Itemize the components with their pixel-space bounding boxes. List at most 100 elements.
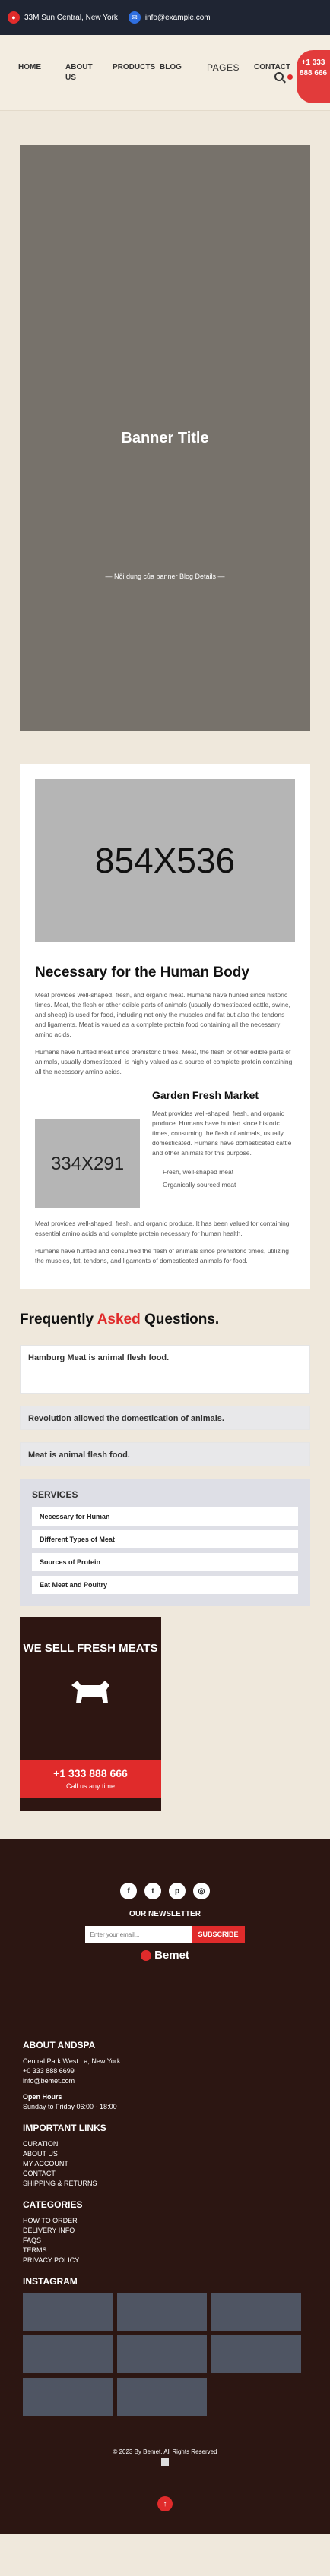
header: HOME ABOUT US PRODUCTS BLOG PAGES CONTAC… bbox=[0, 35, 330, 111]
footer-link[interactable]: CURATION bbox=[23, 2139, 307, 2149]
bullet-list: Fresh, well-shaped meat Organically sour… bbox=[152, 1166, 295, 1192]
address-text: 33M Sun Central, New York bbox=[24, 13, 118, 22]
bullet-item: Organically sourced meat bbox=[163, 1181, 236, 1189]
faq-item[interactable]: Meat is animal flesh food. bbox=[20, 1442, 310, 1466]
instagram-photo[interactable] bbox=[117, 2378, 207, 2416]
scroll-to-top-button[interactable]: ↑ bbox=[157, 2496, 173, 2511]
category-link[interactable]: PRIVACY POLICY bbox=[23, 2256, 307, 2265]
about-title: ABOUT ANDSPA bbox=[23, 2040, 96, 2050]
pinterest-icon[interactable]: p bbox=[169, 1883, 186, 1899]
service-link[interactable]: Necessary for Human bbox=[32, 1507, 298, 1526]
facebook-icon[interactable]: f bbox=[120, 1883, 137, 1899]
about-line: Central Park West La, New York bbox=[23, 2057, 121, 2065]
faq-title: Frequently Asked Questions. bbox=[20, 1312, 310, 1328]
instagram-photo[interactable] bbox=[23, 2378, 113, 2416]
instagram-icon[interactable]: ◎ bbox=[193, 1883, 210, 1899]
services-panel: SERVICES Necessary for Human Different T… bbox=[20, 1479, 310, 1606]
nav-about-us[interactable]: ABOUT US bbox=[65, 62, 100, 84]
faq-title-prefix: Frequently bbox=[20, 1312, 94, 1327]
mail-icon: ✉ bbox=[128, 11, 141, 24]
service-link[interactable]: Sources of Protein bbox=[32, 1553, 298, 1571]
phone-button[interactable]: +1 333 888 666 bbox=[297, 50, 330, 103]
location-icon: ● bbox=[8, 11, 20, 24]
hours-title: Open Hours bbox=[23, 2093, 62, 2101]
faq-item[interactable]: Revolution allowed the domestication of … bbox=[20, 1406, 310, 1430]
hours-text: Sunday to Friday 06:00 - 18:00 bbox=[23, 2103, 117, 2110]
category-link[interactable]: FAQS bbox=[23, 2236, 307, 2246]
main-nav: HOME ABOUT US PRODUCTS BLOG PAGES CONTAC… bbox=[18, 62, 290, 84]
faq-question[interactable]: Hamburg Meat is animal flesh food. bbox=[21, 1346, 309, 1370]
article-card: 854X536 Necessary for the Human Body Mea… bbox=[20, 764, 310, 1289]
article-paragraph-1: Meat provides well-shaped, fresh, and or… bbox=[35, 991, 290, 1038]
promo-cta: Call us any time bbox=[65, 1782, 116, 1790]
faq-title-suffix: Questions. bbox=[144, 1312, 220, 1327]
twitter-icon[interactable]: t bbox=[144, 1883, 161, 1899]
newsletter-email-input[interactable] bbox=[85, 1926, 192, 1943]
instagram-title: INSTAGRAM bbox=[23, 2276, 78, 2287]
brand-logo-icon bbox=[141, 1949, 152, 1961]
service-link[interactable]: Eat Meat and Poultry bbox=[32, 1576, 298, 1594]
category-link[interactable]: DELIVERY INFO bbox=[23, 2226, 307, 2236]
banner-section: Banner Title — Nội dung của banner Blog … bbox=[0, 111, 330, 732]
service-link[interactable]: Different Types of Meat bbox=[32, 1530, 298, 1548]
banner-subtitle: — Nội dung của banner Blog Details — bbox=[105, 573, 225, 580]
footer-link[interactable]: ABOUT US bbox=[23, 2149, 307, 2159]
garden-heading: Garden Fresh Market bbox=[152, 1089, 259, 1101]
newsletter-form: SUBSCRIBE bbox=[0, 1926, 330, 1943]
services-title: SERVICES bbox=[32, 1489, 78, 1500]
copyright-text: © 2023 By Bemet. All Rights Reserved bbox=[113, 2448, 217, 2455]
faq-question[interactable]: Meat is animal flesh food. bbox=[21, 1443, 309, 1467]
links-title: IMPORTANT LINKS bbox=[23, 2123, 106, 2133]
article-paragraph-3: Meat provides well-shaped, fresh, and or… bbox=[35, 1220, 290, 1237]
banner-title: Banner Title bbox=[121, 430, 209, 447]
garden-market-column: Garden Fresh Market Meat provides well-s… bbox=[152, 1089, 295, 1208]
nav-pages[interactable]: PAGES bbox=[207, 62, 242, 84]
banner: Banner Title — Nội dung của banner Blog … bbox=[20, 145, 310, 731]
instagram-photo[interactable] bbox=[23, 2335, 113, 2373]
category-link[interactable]: HOW TO ORDER bbox=[23, 2216, 307, 2226]
promo-call-bar[interactable]: +1 333 888 666 Call us any time bbox=[20, 1760, 161, 1798]
footer-brand[interactable]: Bemet bbox=[0, 1949, 330, 1962]
instagram-photo[interactable] bbox=[117, 2335, 207, 2373]
content-section: 854X536 Necessary for the Human Body Mea… bbox=[0, 732, 330, 1811]
small-image-placeholder: 334X291 bbox=[35, 1119, 140, 1208]
copyright: © 2023 By Bemet. All Rights Reserved bbox=[0, 2436, 330, 2472]
about-line: +0 333 888 6699 bbox=[23, 2067, 75, 2075]
promo-title: WE SELL FRESH MEATS bbox=[23, 1642, 158, 1655]
address-item: ● 33M Sun Central, New York bbox=[8, 11, 118, 24]
categories-title: CATEGORIES bbox=[23, 2199, 83, 2210]
article-heading: Necessary for the Human Body bbox=[35, 964, 249, 980]
article-paragraph-2: Humans have hunted meat since prehistori… bbox=[35, 1048, 293, 1075]
subscribe-button[interactable]: SUBSCRIBE bbox=[192, 1926, 245, 1943]
article-split: 334X291 Garden Fresh Market Meat provide… bbox=[35, 1089, 295, 1208]
cart-badge-icon[interactable] bbox=[287, 74, 293, 80]
footer-columns: ABOUT ANDSPA Central Park West La, New Y… bbox=[0, 2009, 330, 2416]
email-text[interactable]: info@example.com bbox=[145, 14, 211, 22]
promo-banner: WE SELL FRESH MEATS +1 333 888 666 Call … bbox=[20, 1617, 161, 1811]
social-links: f t p ◎ bbox=[0, 1883, 330, 1899]
nav-home[interactable]: HOME bbox=[18, 62, 53, 84]
brand-name: Bemet bbox=[154, 1949, 189, 1962]
header-actions: +1 333 888 666 bbox=[274, 50, 330, 103]
footer-link[interactable]: SHIPPING & RETURNS bbox=[23, 2179, 307, 2189]
newsletter-title: OUR NEWSLETTER bbox=[129, 1910, 201, 1918]
category-link[interactable]: TERMS bbox=[23, 2246, 307, 2256]
nav-blog[interactable]: BLOG bbox=[160, 62, 195, 84]
search-icon[interactable] bbox=[274, 72, 284, 81]
instagram-photo[interactable] bbox=[23, 2293, 113, 2331]
promo-phone[interactable]: +1 333 888 666 bbox=[20, 1767, 161, 1779]
nav-products[interactable]: PRODUCTS bbox=[113, 62, 155, 84]
instagram-photo[interactable] bbox=[117, 2293, 207, 2331]
about-line: info@bemet.com bbox=[23, 2077, 75, 2085]
bull-icon bbox=[71, 1681, 109, 1703]
faq-question[interactable]: Revolution allowed the domestication of … bbox=[21, 1406, 309, 1431]
instagram-photo[interactable] bbox=[211, 2335, 301, 2373]
article-image-placeholder: 854X536 bbox=[35, 779, 295, 942]
footer-link[interactable]: MY ACCOUNT bbox=[23, 2159, 307, 2169]
footer-link[interactable]: CONTACT bbox=[23, 2169, 307, 2179]
footer: f t p ◎ OUR NEWSLETTER SUBSCRIBE Bemet A… bbox=[0, 1839, 330, 2534]
email-item[interactable]: ✉ info@example.com bbox=[128, 11, 211, 24]
faq-item[interactable]: Hamburg Meat is animal flesh food. bbox=[20, 1345, 310, 1394]
instagram-photo[interactable] bbox=[211, 2293, 301, 2331]
top-bar: ● 33M Sun Central, New York ✉ info@examp… bbox=[0, 0, 330, 35]
